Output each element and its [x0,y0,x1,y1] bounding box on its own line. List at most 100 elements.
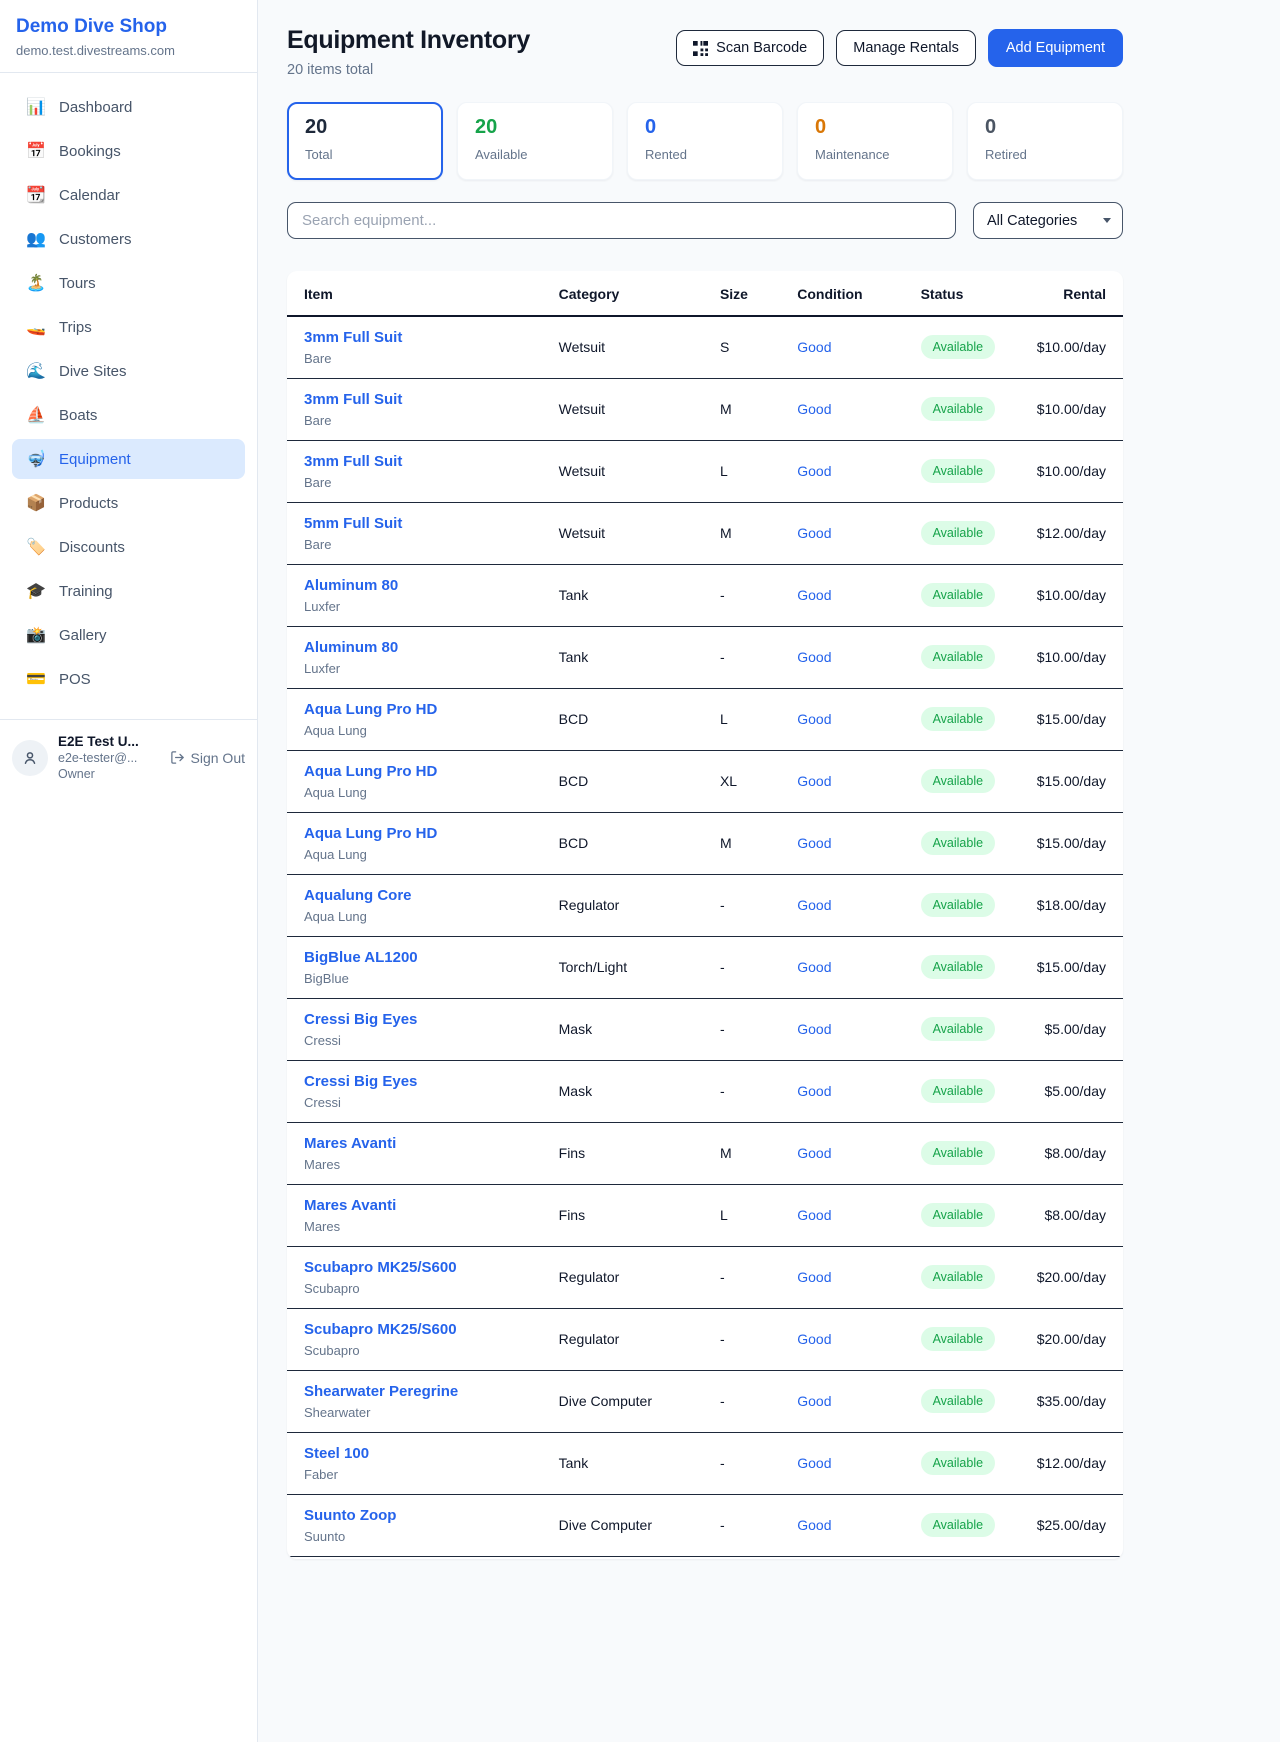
stat-card-available[interactable]: 20 Available [457,102,613,180]
sidebar-item-equipment[interactable]: 🤿 Equipment [12,439,245,479]
item-name-link[interactable]: Aqua Lung Pro HD [304,701,543,718]
condition-link[interactable]: Good [797,711,831,727]
item-name-link[interactable]: Steel 100 [304,1445,543,1462]
condition-link[interactable]: Good [797,835,831,851]
stat-card-maintenance[interactable]: 0 Maintenance [797,102,953,180]
item-brand: Bare [304,351,543,366]
item-brand: Shearwater [304,1405,543,1420]
item-name-link[interactable]: Aqua Lung Pro HD [304,825,543,842]
item-cell: Aluminum 80 Luxfer [287,626,551,688]
table-row: Cressi Big Eyes Cressi Mask - Good Avail… [287,998,1123,1060]
item-name-link[interactable]: Suunto Zoop [304,1507,543,1524]
sidebar-item-tours[interactable]: 🏝️ Tours [12,263,245,303]
item-name-link[interactable]: 3mm Full Suit [304,453,543,470]
item-name-link[interactable]: BigBlue AL1200 [304,949,543,966]
category-select[interactable]: All Categories [973,202,1123,239]
products-icon: 📦 [26,493,46,513]
sidebar-item-trips[interactable]: 🚤 Trips [12,307,245,347]
condition-link[interactable]: Good [797,1021,831,1037]
category-cell: BCD [551,812,712,874]
sidebar-item-label: Dashboard [59,99,132,116]
item-brand: Luxfer [304,599,543,614]
customers-icon: 👥 [26,229,46,249]
sidebar-item-label: Training [59,583,113,600]
rental-cell: $12.00/day [1029,1432,1123,1494]
table-row: Mares Avanti Mares Fins M Good Available… [287,1122,1123,1184]
sidebar-item-dashboard[interactable]: 📊 Dashboard [12,87,245,127]
condition-cell: Good [789,1246,912,1308]
condition-link[interactable]: Good [797,587,831,603]
condition-cell: Good [789,1308,912,1370]
rental-cell: $20.00/day [1029,1246,1123,1308]
condition-link[interactable]: Good [797,1269,831,1285]
sidebar-item-products[interactable]: 📦 Products [12,483,245,523]
sign-out-button[interactable]: Sign Out [170,750,245,766]
item-cell: Aluminum 80 Luxfer [287,564,551,626]
condition-link[interactable]: Good [797,339,831,355]
table-row: 3mm Full Suit Bare Wetsuit L Good Availa… [287,440,1123,502]
item-brand: Luxfer [304,661,543,676]
condition-link[interactable]: Good [797,1455,831,1471]
condition-link[interactable]: Good [797,773,831,789]
item-name-link[interactable]: Scubapro MK25/S600 [304,1321,543,1338]
condition-link[interactable]: Good [797,1207,831,1223]
item-name-link[interactable]: 3mm Full Suit [304,329,543,346]
sidebar-item-boats[interactable]: ⛵ Boats [12,395,245,435]
item-name-link[interactable]: Cressi Big Eyes [304,1073,543,1090]
item-name-link[interactable]: 5mm Full Suit [304,515,543,532]
item-brand: Bare [304,537,543,552]
sidebar-item-gallery[interactable]: 📸 Gallery [12,615,245,655]
stat-card-rented[interactable]: 0 Rented [627,102,783,180]
item-name-link[interactable]: Aluminum 80 [304,577,543,594]
category-cell: Regulator [551,874,712,936]
condition-link[interactable]: Good [797,401,831,417]
status-badge: Available [921,1017,996,1041]
sidebar-item-pos[interactable]: 💳 POS [12,659,245,699]
condition-link[interactable]: Good [797,1331,831,1347]
item-name-link[interactable]: Scubapro MK25/S600 [304,1259,543,1276]
column-header-category: Category [551,271,712,316]
stat-card-retired[interactable]: 0 Retired [967,102,1123,180]
sidebar-item-dive-sites[interactable]: 🌊 Dive Sites [12,351,245,391]
condition-link[interactable]: Good [797,463,831,479]
stat-card-total[interactable]: 20 Total [287,102,443,180]
item-name-link[interactable]: Aluminum 80 [304,639,543,656]
item-name-link[interactable]: Cressi Big Eyes [304,1011,543,1028]
add-equipment-button[interactable]: Add Equipment [988,29,1123,67]
condition-link[interactable]: Good [797,649,831,665]
condition-link[interactable]: Good [797,897,831,913]
item-name-link[interactable]: Mares Avanti [304,1135,543,1152]
item-name-link[interactable]: Mares Avanti [304,1197,543,1214]
item-name-link[interactable]: 3mm Full Suit [304,391,543,408]
item-name-link[interactable]: Aqua Lung Pro HD [304,763,543,780]
rental-cell: $35.00/day [1029,1370,1123,1432]
condition-link[interactable]: Good [797,1145,831,1161]
stat-label: Rented [645,147,765,162]
sidebar-item-training[interactable]: 🎓 Training [12,571,245,611]
item-name-link[interactable]: Shearwater Peregrine [304,1383,543,1400]
condition-link[interactable]: Good [797,1393,831,1409]
condition-link[interactable]: Good [797,1517,831,1533]
status-badge: Available [921,707,996,731]
condition-link[interactable]: Good [797,1083,831,1099]
category-cell: Fins [551,1184,712,1246]
condition-link[interactable]: Good [797,525,831,541]
manage-rentals-button[interactable]: Manage Rentals [836,30,976,66]
scan-barcode-button[interactable]: Scan Barcode [676,30,824,66]
status-cell: Available [913,1060,1029,1122]
sign-out-icon [170,750,185,765]
sidebar-item-label: Tours [59,275,96,292]
sidebar-item-bookings[interactable]: 📅 Bookings [12,131,245,171]
condition-link[interactable]: Good [797,959,831,975]
status-badge: Available [921,831,996,855]
search-input[interactable] [287,202,956,239]
status-cell: Available [913,316,1029,378]
sidebar-item-customers[interactable]: 👥 Customers [12,219,245,259]
sidebar-item-discounts[interactable]: 🏷️ Discounts [12,527,245,567]
sidebar-item-label: Trips [59,319,92,336]
status-badge: Available [921,1079,996,1103]
item-brand: Bare [304,475,543,490]
item-name-link[interactable]: Aqualung Core [304,887,543,904]
sidebar-item-calendar[interactable]: 📆 Calendar [12,175,245,215]
status-cell: Available [913,1494,1029,1556]
